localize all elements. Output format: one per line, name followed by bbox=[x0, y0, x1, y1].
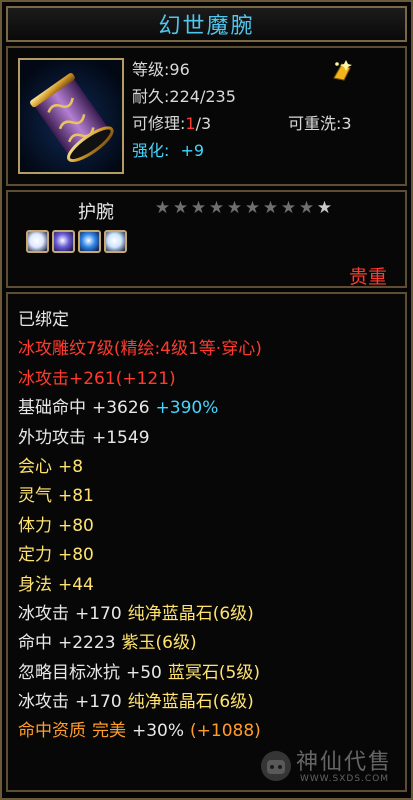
gem-1-icon[interactable] bbox=[26, 230, 49, 253]
title-bar: 幻世魔腕 bbox=[6, 6, 407, 42]
item-header-panel: 等级:96 耐久:224/235 可修理:1/3 可重洗:3 强化: +9 bbox=[6, 46, 407, 186]
star-rating: ★ ★ ★ ★ ★ ★ ★ ★ ★ ★ bbox=[154, 200, 333, 217]
attribute-segment: 外功攻击 bbox=[18, 427, 86, 448]
attribute-segment: 纯净蓝晶石(6级) bbox=[127, 692, 254, 713]
attribute-segment: +1549 bbox=[92, 427, 150, 448]
durability-row: 耐久:224/235 bbox=[132, 83, 402, 110]
star-icon: ★ bbox=[262, 198, 279, 218]
attribute-segment: +390% bbox=[155, 398, 219, 419]
attribute-segment: +8 bbox=[58, 456, 84, 477]
repair-current: 1 bbox=[185, 114, 196, 133]
attribute-segment: 冰攻击+261(+121) bbox=[18, 368, 176, 389]
attribute-row: 体力 +80 bbox=[18, 512, 405, 541]
rewash-group: 可重洗:3 bbox=[288, 110, 352, 137]
star-icon: ★ bbox=[244, 198, 261, 218]
star-icon: ★ bbox=[298, 198, 315, 218]
attribute-segment: 灵气 bbox=[18, 486, 52, 507]
attribute-segment: 完美 bbox=[92, 721, 126, 742]
star-icon: ★ bbox=[172, 198, 189, 218]
attribute-segment: +170 bbox=[75, 603, 122, 624]
attribute-segment: +170 bbox=[75, 692, 122, 713]
enhance-value: +9 bbox=[180, 141, 205, 160]
attribute-segment: 基础命中 bbox=[18, 398, 86, 419]
attribute-row: 冰攻击 +170 纯净蓝晶石(6级) bbox=[18, 688, 405, 717]
repair-row: 可修理:1/3 可重洗:3 bbox=[132, 110, 402, 137]
attribute-row: 身法 +44 bbox=[18, 571, 405, 600]
sparkle-icon bbox=[333, 60, 352, 81]
gem-2-icon[interactable] bbox=[52, 230, 75, 253]
item-tooltip: 幻世魔腕 等级:96 耐久:224/235 可修理:1/3 可重洗:3 强化: … bbox=[0, 0, 413, 800]
attribute-segment: 定力 bbox=[18, 545, 52, 566]
repair-total: /3 bbox=[195, 114, 212, 133]
item-meta-panel: 护腕 ★ ★ ★ ★ ★ ★ ★ ★ ★ ★ 贵重 bbox=[6, 190, 407, 288]
attribute-row: 已绑定 bbox=[18, 306, 405, 335]
bracer-icon bbox=[20, 60, 122, 172]
attribute-row: 会心 +8 bbox=[18, 453, 405, 482]
gem-4-icon[interactable] bbox=[104, 230, 127, 253]
repair-label: 可修理 bbox=[132, 114, 181, 133]
attribute-segment: +80 bbox=[58, 545, 94, 566]
attribute-segment: 冰攻击 bbox=[18, 692, 69, 713]
star-icon: ★ bbox=[226, 198, 243, 218]
level-row: 等级:96 bbox=[132, 56, 402, 83]
attribute-row: 冰攻击 +170 纯净蓝晶石(6级) bbox=[18, 600, 405, 629]
attribute-segment: +50 bbox=[126, 662, 162, 683]
watermark-text: 神仙代售 bbox=[296, 750, 393, 775]
star-icon: ★ bbox=[154, 198, 171, 218]
attribute-segment: +81 bbox=[58, 486, 94, 507]
level-label: 等级 bbox=[132, 60, 165, 79]
star-icon: ★ bbox=[316, 198, 333, 218]
attribute-segment: 命中 bbox=[18, 633, 52, 654]
attribute-segment: 忽略目标冰抗 bbox=[18, 662, 120, 683]
attribute-segment: 冰攻雕纹7级(精绘:4级1等·穿心) bbox=[18, 339, 262, 360]
durability-value: :224/235 bbox=[164, 87, 236, 106]
star-icon: ★ bbox=[280, 198, 297, 218]
level-value: :96 bbox=[164, 60, 190, 79]
attribute-row: 命中 +2223 紫玉(6级) bbox=[18, 629, 405, 658]
quality-label: 贵重 bbox=[348, 266, 387, 288]
attribute-segment: 体力 bbox=[18, 515, 52, 536]
gem-3-icon[interactable] bbox=[78, 230, 101, 253]
attribute-row: 冰攻击+261(+121) bbox=[18, 365, 405, 394]
attribute-row: 忽略目标冰抗 +50 蓝冥石(5级) bbox=[18, 659, 405, 688]
attribute-segment: 紫玉(6级) bbox=[121, 633, 197, 654]
attribute-segment: +80 bbox=[58, 515, 94, 536]
attribute-row: 基础命中 +3626 +390% bbox=[18, 394, 405, 423]
watermark-url: WWW.SXDS.COM bbox=[300, 774, 390, 784]
mascot-icon bbox=[261, 751, 291, 781]
attribute-segment: 冰攻击 bbox=[18, 603, 69, 624]
item-type: 护腕 bbox=[78, 202, 114, 223]
attribute-segment: 身法 bbox=[18, 574, 52, 595]
item-name: 幻世魔腕 bbox=[158, 14, 255, 39]
durability-label: 耐久 bbox=[132, 87, 165, 106]
attribute-segment: +44 bbox=[58, 574, 94, 595]
attribute-row: 冰攻雕纹7级(精绘:4级1等·穿心) bbox=[18, 335, 405, 364]
enhance-row: 强化: +9 bbox=[132, 137, 402, 164]
watermark: 神仙代售 WWW.SXDS.COM bbox=[254, 742, 404, 792]
enhance-label: 强化: bbox=[132, 141, 170, 160]
item-stats: 等级:96 耐久:224/235 可修理:1/3 可重洗:3 强化: +9 bbox=[132, 56, 402, 164]
rewash-value: :3 bbox=[336, 114, 352, 133]
gem-sockets bbox=[26, 230, 127, 253]
attribute-list: 已绑定冰攻雕纹7级(精绘:4级1等·穿心) 冰攻击+261(+121) 基础命中 +3… bbox=[8, 294, 405, 747]
attribute-row: 灵气 +81 bbox=[18, 482, 405, 511]
attribute-panel: 已绑定冰攻雕纹7级(精绘:4级1等·穿心) 冰攻击+261(+121) 基础命中 +3… bbox=[6, 292, 407, 792]
attribute-row: 外功攻击 +1549 bbox=[18, 424, 405, 453]
attribute-row: 定力 +80 bbox=[18, 541, 405, 570]
attribute-segment: +30% bbox=[132, 721, 185, 742]
attribute-segment: (+1088) bbox=[190, 721, 261, 742]
attribute-segment: +2223 bbox=[58, 633, 116, 654]
attribute-segment: 会心 bbox=[18, 456, 52, 477]
star-icon: ★ bbox=[190, 198, 207, 218]
attribute-segment: +3626 bbox=[92, 398, 150, 419]
item-icon[interactable] bbox=[18, 58, 124, 174]
rewash-label: 可重洗 bbox=[288, 114, 337, 133]
attribute-segment: 蓝冥石(5级) bbox=[167, 662, 260, 683]
star-icon: ★ bbox=[208, 198, 225, 218]
attribute-segment: 纯净蓝晶石(6级) bbox=[127, 603, 254, 624]
attribute-segment: 命中资质 bbox=[18, 721, 86, 742]
attribute-segment: 已绑定 bbox=[18, 310, 69, 330]
